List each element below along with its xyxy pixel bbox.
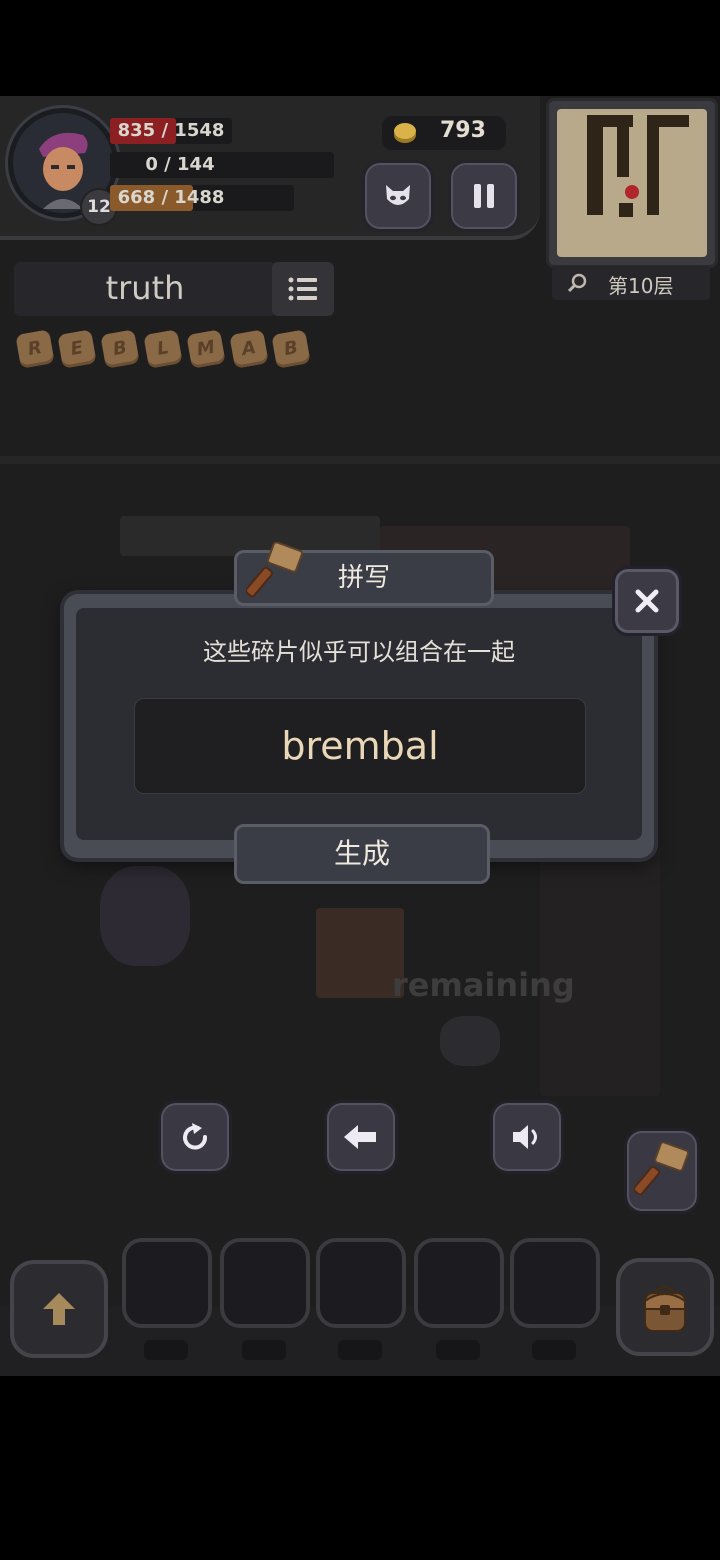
dungeon-wall-edge — [0, 456, 720, 464]
map-wall — [659, 115, 689, 127]
coin-icon — [394, 123, 416, 143]
gold-counter: 793 — [382, 116, 506, 150]
spelled-word-field[interactable]: brembal — [134, 698, 586, 794]
craft-hammer-button[interactable] — [624, 1128, 700, 1214]
minimap[interactable] — [546, 98, 718, 268]
minimap-paper — [557, 109, 707, 257]
map-wall — [587, 115, 603, 215]
faded-floor-text: remaining — [392, 966, 575, 1004]
slot-base — [144, 1340, 188, 1360]
rune-fragment[interactable]: R — [15, 329, 55, 369]
backspace-arrow-icon — [344, 1125, 376, 1149]
slot-base — [338, 1340, 382, 1360]
xp-text: 668 / 1488 — [117, 187, 225, 208]
mp-text: 0 / 144 — [145, 154, 215, 175]
player-marker — [625, 185, 639, 199]
treasure-chest[interactable] — [316, 908, 404, 998]
map-wall — [619, 203, 633, 217]
inventory-slot[interactable] — [510, 1238, 600, 1328]
slot-base — [436, 1340, 480, 1360]
hammer-icon — [246, 542, 304, 598]
pause-icon — [474, 184, 494, 208]
generate-button[interactable]: 生成 — [234, 824, 490, 884]
pronounce-button[interactable] — [490, 1100, 564, 1174]
floor-label: 第10层 — [608, 274, 674, 298]
mp-bar: 0 / 144 — [110, 152, 334, 178]
xp-bar: 668 / 1488 — [110, 185, 294, 211]
backpack-button[interactable] — [616, 1258, 714, 1356]
dialog-message: 这些碎片似乎可以组合在一起 — [203, 638, 515, 666]
inventory-slot[interactable] — [414, 1238, 504, 1328]
up-arrow-icon — [43, 1293, 75, 1325]
pause-button[interactable] — [448, 160, 520, 232]
rune-fragment[interactable]: L — [143, 329, 183, 369]
gold-amount: 793 — [440, 118, 486, 143]
slot-base — [532, 1340, 576, 1360]
map-wall — [647, 115, 659, 215]
hammer-icon — [634, 1142, 690, 1196]
monster-sprite[interactable] — [100, 866, 190, 966]
target-word: truth — [14, 262, 276, 316]
generate-button-label: 生成 — [333, 837, 390, 870]
backpack-icon — [644, 1285, 686, 1332]
word-list-button[interactable] — [272, 262, 334, 316]
list-icon — [288, 277, 317, 301]
inventory-slot[interactable] — [220, 1238, 310, 1328]
rune-fragment[interactable]: E — [57, 329, 97, 369]
slot-base — [242, 1340, 286, 1360]
close-icon — [635, 589, 659, 613]
undo-icon — [183, 1123, 207, 1150]
map-wall — [617, 127, 629, 177]
rune-fragment[interactable]: A — [229, 329, 269, 369]
rune-fragments: R E B L M A B — [15, 329, 318, 372]
dialog-title: 拼写 — [337, 563, 390, 593]
map-wall — [603, 115, 633, 127]
hp-bar: 835 / 1548 — [110, 118, 232, 144]
monster-face-icon — [386, 185, 410, 205]
hp-text: 835 / 1548 — [117, 120, 225, 141]
rune-fragment[interactable]: B — [100, 329, 140, 369]
inventory-slot[interactable] — [122, 1238, 212, 1328]
up-stairs-button[interactable] — [10, 1260, 108, 1358]
inventory-slot[interactable] — [316, 1238, 406, 1328]
floor-indicator: 第10层 — [552, 266, 710, 300]
search-icon — [567, 273, 587, 293]
rune-fragment[interactable]: M — [186, 329, 226, 369]
undo-button[interactable] — [158, 1100, 232, 1174]
backspace-button[interactable] — [324, 1100, 398, 1174]
speaker-icon — [513, 1125, 537, 1149]
rune-fragment[interactable]: B — [271, 329, 311, 369]
game-viewport: remaining 12 835 / 1548 0 / 144 668 / 14… — [0, 96, 720, 1376]
close-button[interactable] — [612, 566, 682, 636]
pot-sprite[interactable] — [440, 1016, 500, 1066]
monster-book-button[interactable] — [362, 160, 434, 232]
